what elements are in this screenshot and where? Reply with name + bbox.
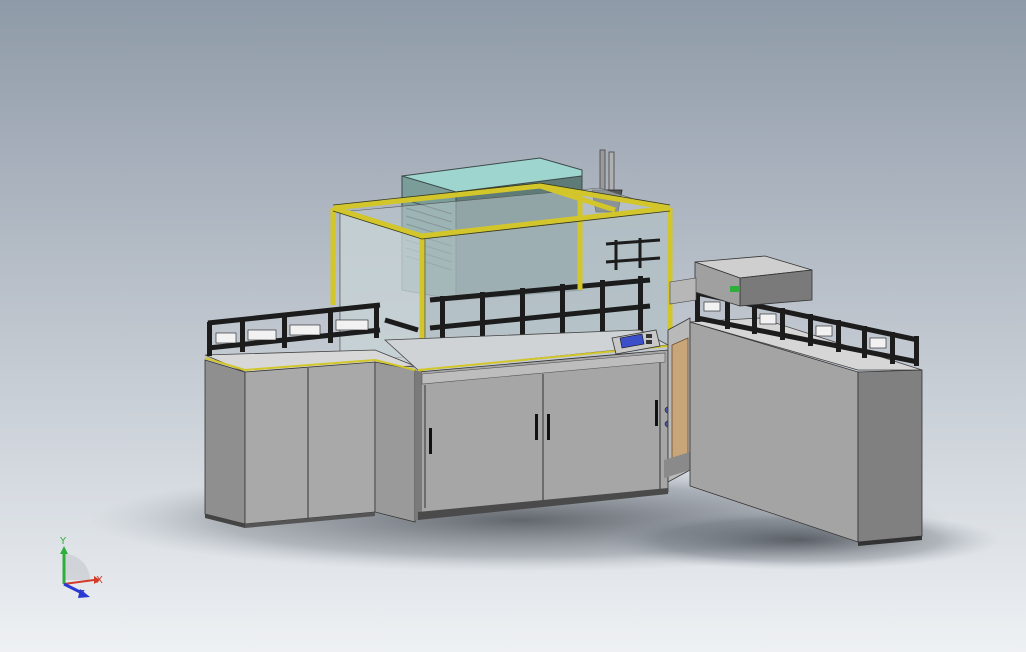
door-handle-left bbox=[429, 428, 432, 454]
y-axis-label: Y bbox=[59, 536, 67, 547]
right-open-cabinet bbox=[664, 317, 691, 483]
center-cabinet bbox=[384, 329, 680, 520]
cad-viewport[interactable]: X Y Z bbox=[0, 0, 1026, 652]
door-handle-center-left bbox=[535, 414, 538, 440]
left-cabinet bbox=[204, 349, 416, 528]
door-handle-right bbox=[655, 400, 658, 426]
machine-3d-model[interactable]: X Y Z bbox=[0, 0, 1026, 652]
door-handle-center-right bbox=[547, 414, 550, 440]
z-axis-label: Z bbox=[78, 589, 85, 600]
x-axis-label: X bbox=[96, 575, 103, 586]
